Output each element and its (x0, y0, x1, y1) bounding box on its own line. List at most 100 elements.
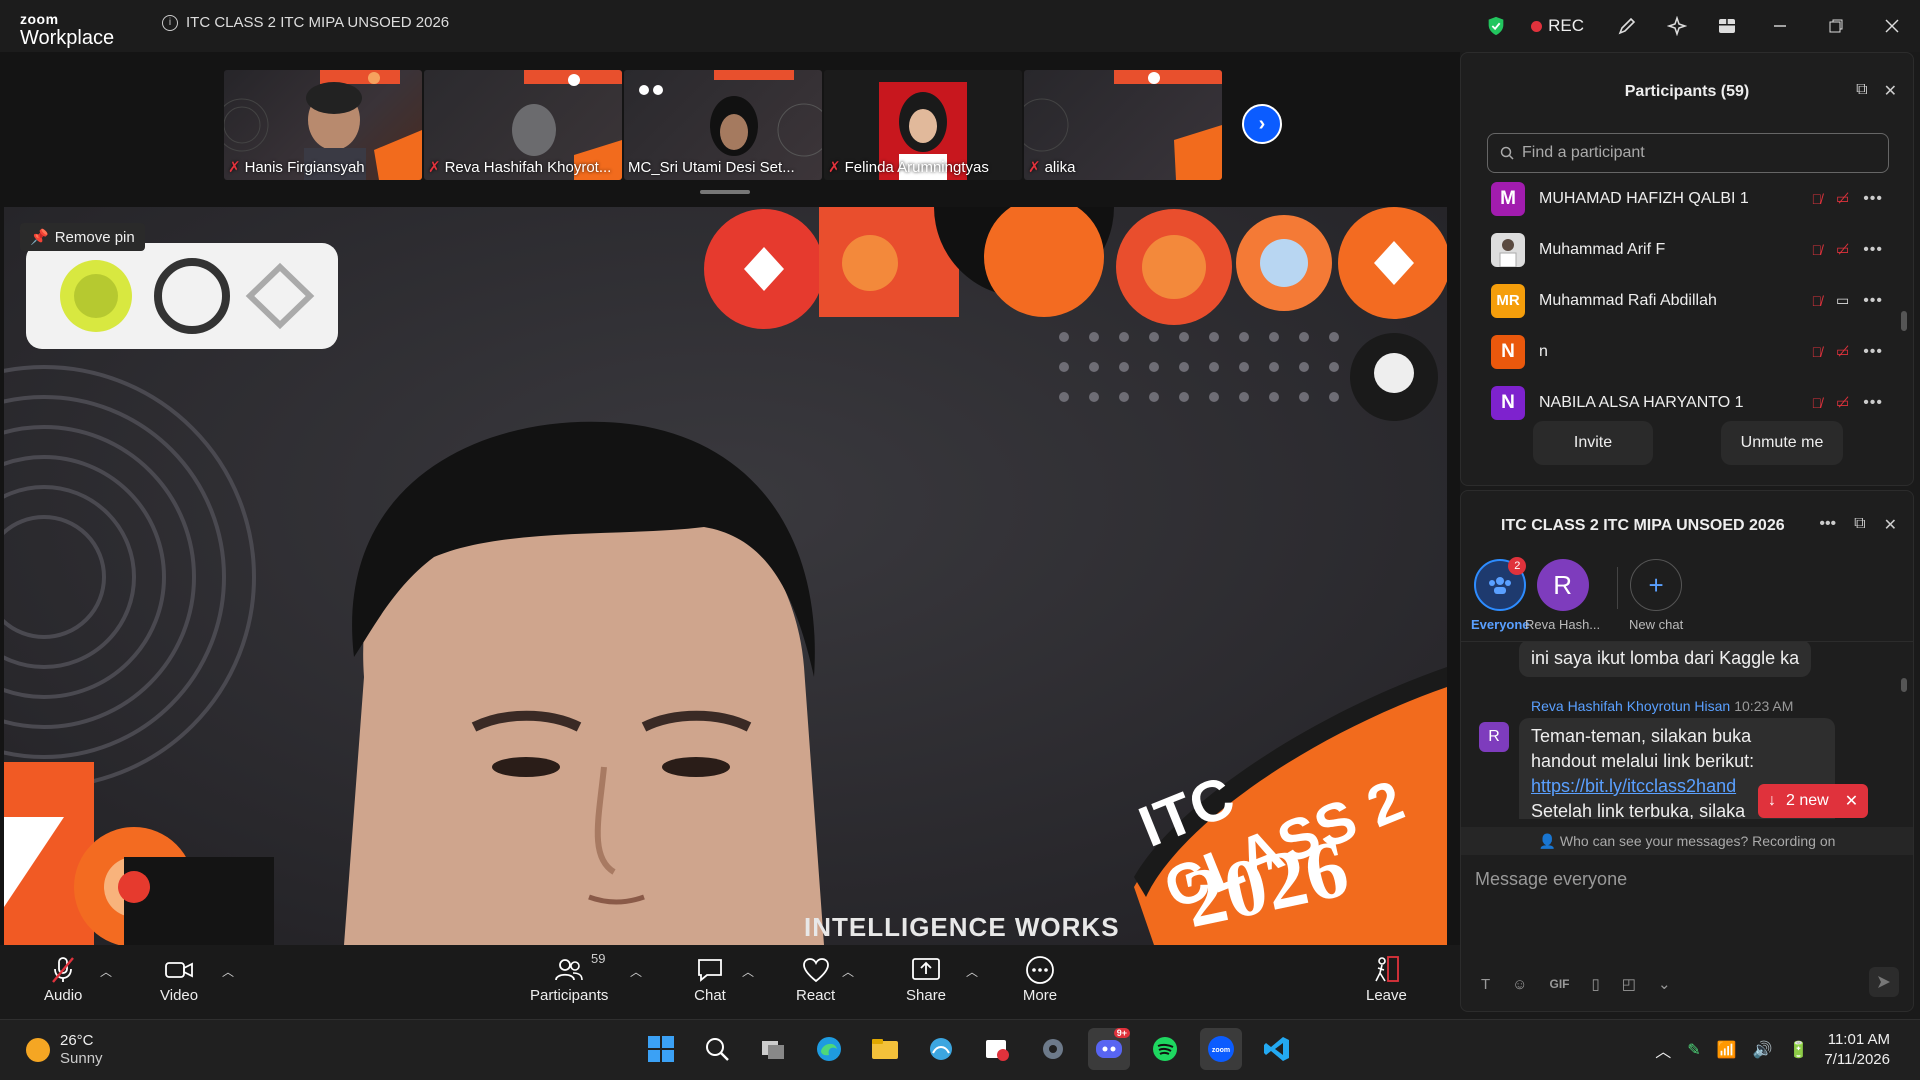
share-options-chevron-icon[interactable]: ︿ (966, 963, 978, 980)
start-icon[interactable] (640, 1028, 682, 1070)
dismiss-icon[interactable]: ✕ (1845, 791, 1858, 811)
close-panel-icon[interactable]: ✕ (1884, 81, 1897, 101)
zoom-app-icon[interactable]: zoom (1200, 1028, 1242, 1070)
more-options-icon[interactable]: ••• (1863, 292, 1883, 310)
avatar (1491, 232, 1525, 267)
annotate-icon[interactable] (1602, 0, 1652, 52)
thumbnail-tile[interactable]: ✗ Reva Hashifah Khoyrot... (424, 70, 622, 180)
vscode-icon[interactable] (1256, 1028, 1298, 1070)
pinned-video[interactable]: 📌 Remove pin ITC CLASS 2 2026 INTELLIGEN… (4, 207, 1447, 945)
info-icon[interactable]: i (162, 14, 178, 31)
remove-pin-button[interactable]: 📌 Remove pin (20, 223, 145, 251)
leave-button[interactable]: Leave (1366, 953, 1407, 1004)
chat-options-chevron-icon[interactable]: ︿ (742, 963, 754, 980)
minimize-button[interactable] (1752, 0, 1808, 52)
chat-scrollbar[interactable] (1901, 678, 1907, 692)
participant-row[interactable]: MR Muhammad Rafi Abdillah 🎙̸ ▭ ••• (1483, 275, 1883, 326)
participants-title: Participants (59) (1624, 83, 1750, 100)
chat-title: ITC CLASS 2 ITC MIPA UNSOED 2026 (1501, 517, 1785, 534)
zoom-logo: zoom Workplace (20, 12, 114, 48)
send-button[interactable] (1869, 967, 1899, 997)
participant-search-input[interactable]: Find a participant (1487, 133, 1889, 173)
channel-reva[interactable]: R Reva Hash... (1525, 559, 1600, 632)
more-options-icon[interactable]: ••• (1863, 190, 1883, 208)
encryption-shield-icon[interactable] (1471, 0, 1521, 52)
thumbnail-tile[interactable]: ✗ Felinda Arumningtyas (824, 70, 1022, 180)
next-page-button[interactable]: › (1242, 104, 1282, 144)
file-explorer-icon[interactable] (864, 1028, 906, 1070)
windows-taskbar: 26°C Sunny 9+ zoom ︿ ✎ 📶 🔊 🔋 11:01 AM 7/… (0, 1019, 1920, 1080)
more-options-icon[interactable]: ••• (1863, 241, 1883, 259)
audio-options-chevron-icon[interactable]: ︿ (100, 963, 112, 980)
avatar: N (1491, 334, 1525, 369)
channel-everyone[interactable]: 2 Everyone (1471, 557, 1530, 632)
invite-button[interactable]: Invite (1533, 421, 1653, 465)
message-input[interactable]: Message everyone (1475, 869, 1627, 890)
screenshot-icon[interactable]: ◰ (1622, 975, 1636, 993)
thumbnail-tile[interactable]: MC_Sri Utami Desi Set... (624, 70, 822, 180)
battery-icon[interactable]: 🔋 (1788, 1040, 1808, 1060)
more-options-icon[interactable]: ••• (1819, 515, 1836, 535)
chevron-up-icon[interactable]: ︿ (1655, 1038, 1671, 1062)
more-options-icon[interactable]: ••• (1863, 343, 1883, 361)
mic-muted-icon: 🎙̸ (1811, 190, 1822, 207)
thumbnail-tile[interactable]: ✗ alika (1024, 70, 1222, 180)
close-panel-icon[interactable]: ✕ (1884, 515, 1897, 535)
participant-row[interactable]: N n 🎙̸ ▭̸ ••• (1483, 326, 1883, 377)
avatar: R (1536, 559, 1589, 611)
discord-icon[interactable]: 9+ (1088, 1028, 1130, 1070)
pop-out-icon[interactable]: ⧉ (1856, 81, 1867, 101)
clock[interactable]: 11:01 AM 7/11/2026 (1824, 1030, 1890, 1070)
chevron-down-icon[interactable]: ⌄ (1658, 975, 1671, 993)
task-view-icon[interactable] (752, 1028, 794, 1070)
weather-widget[interactable]: 26°C Sunny (26, 1032, 103, 1068)
strip-resize-handle[interactable] (700, 190, 750, 194)
settings-icon[interactable] (1032, 1028, 1074, 1070)
video-options-chevron-icon[interactable]: ︿ (222, 963, 234, 980)
spotify-icon[interactable] (1144, 1028, 1186, 1070)
react-options-chevron-icon[interactable]: ︿ (842, 963, 854, 980)
chat-button[interactable]: Chat (692, 953, 728, 1004)
gif-button[interactable]: GIF (1550, 977, 1570, 991)
emoji-icon[interactable]: ☺ (1512, 976, 1527, 993)
recording-indicator[interactable]: REC (1531, 16, 1584, 36)
group-icon: 2 (1474, 557, 1527, 611)
thumbnail-name: ✗ alika (1028, 158, 1076, 177)
react-button[interactable]: React (796, 953, 835, 1004)
more-options-icon[interactable]: ••• (1863, 394, 1883, 412)
audio-button[interactable]: Audio (44, 953, 82, 1004)
more-button[interactable]: More (1022, 953, 1058, 1004)
unmute-me-button[interactable]: Unmute me (1721, 421, 1843, 465)
video-button[interactable]: Video (160, 953, 198, 1004)
participant-row[interactable]: Muhammad Arif F 🎙̸ ▭̸ ••• (1483, 224, 1883, 275)
wifi-icon[interactable]: 📶 (1717, 1040, 1737, 1060)
format-text-icon[interactable]: T (1481, 976, 1490, 993)
view-icon[interactable] (1702, 0, 1752, 52)
file-icon[interactable]: ▯ (1592, 975, 1600, 993)
app-icon[interactable] (920, 1028, 962, 1070)
snipping-tool-icon[interactable] (976, 1028, 1018, 1070)
participants-options-chevron-icon[interactable]: ︿ (630, 963, 642, 980)
avatar: M (1491, 181, 1525, 216)
edge-icon[interactable] (808, 1028, 850, 1070)
share-button[interactable]: Share (906, 953, 946, 1004)
volume-icon[interactable]: 🔊 (1753, 1040, 1773, 1060)
participant-row[interactable]: M MUHAMAD HAFIZH QALBI 1 🎙̸ ▭̸ ••• (1483, 173, 1883, 224)
title-bar: zoom Workplace i ITC CLASS 2 ITC MIPA UN… (0, 0, 1920, 52)
restore-button[interactable] (1808, 0, 1864, 52)
meeting-toolbar: Audio ︿ Video ︿ Participants 59 ︿ Chat ︿… (0, 945, 1460, 1019)
svg-text:zoom: zoom (1212, 1047, 1230, 1054)
new-messages-button[interactable]: ↓ 2 new ✕ (1758, 784, 1869, 818)
ai-companion-icon[interactable] (1652, 0, 1702, 52)
participants-scrollbar[interactable] (1901, 311, 1907, 331)
pop-out-icon[interactable]: ⧉ (1854, 515, 1865, 535)
thumbnail-name: ✗ Felinda Arumningtyas (828, 158, 989, 177)
new-chat-button[interactable]: + New chat (1629, 559, 1683, 632)
close-window-button[interactable] (1864, 0, 1920, 52)
meeting-info[interactable]: i ITC CLASS 2 ITC MIPA UNSOED 2026 (162, 14, 449, 31)
search-icon[interactable] (696, 1028, 738, 1070)
message-visibility-info[interactable]: 👤 Who can see your messages? Recording o… (1461, 827, 1913, 855)
pen-icon[interactable]: ✎ (1687, 1040, 1700, 1060)
camera-on-icon: ▭ (1835, 292, 1850, 308)
thumbnail-tile[interactable]: ✗ Hanis Firgiansyah (224, 70, 422, 180)
